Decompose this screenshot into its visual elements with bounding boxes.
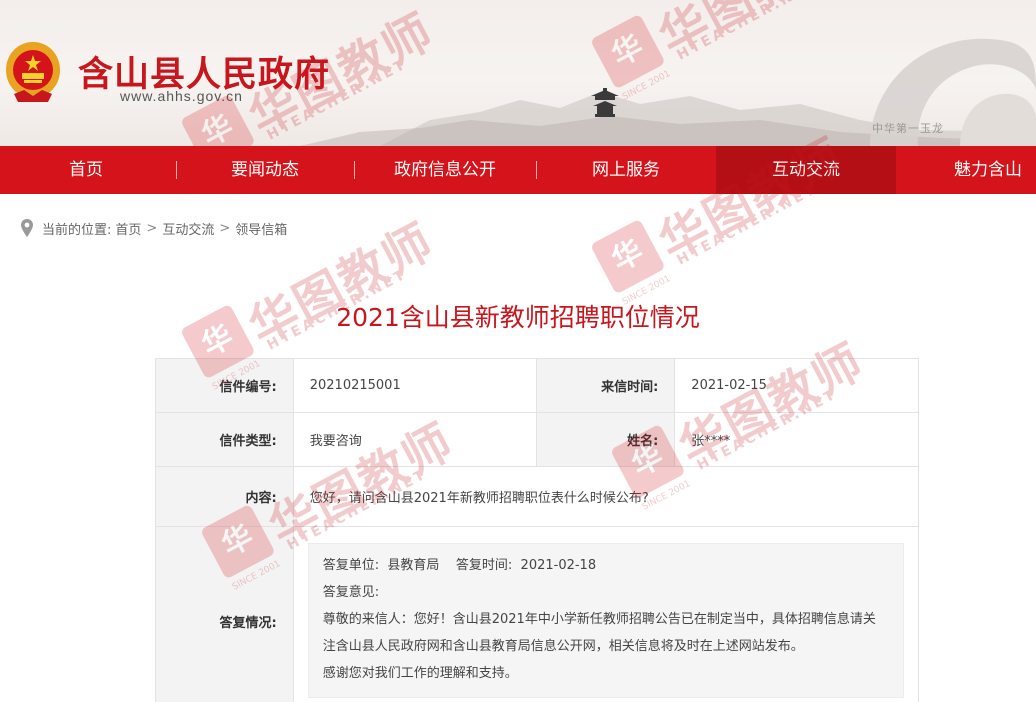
letter-type-value: 我要咨询 <box>292 412 538 467</box>
breadcrumb-separator: > <box>219 220 231 236</box>
letter-time-label: 来信时间: <box>536 358 676 413</box>
letter-number-label: 信件编号: <box>155 358 294 413</box>
reply-unit-line: 答复单位: 县教育局 答复时间: 2021-02-18 <box>322 558 597 573</box>
watermark-sub: HTEACHER.NET <box>674 181 820 269</box>
breadcrumb: 当前的位置: 首页 > 互动交流 > 领导信箱 <box>20 218 287 238</box>
location-pin-icon <box>21 219 33 237</box>
letter-content-label: 内容: <box>155 466 294 527</box>
reply-body-line: 尊敬的来信人：您好！含山县2021年中小学新任教师招聘公告已在制定当中，具体招聘… <box>322 612 876 627</box>
nav-item-news[interactable]: 要闻动态 <box>177 146 353 194</box>
nav-item-gov-info[interactable]: 政府信息公开 <box>355 146 535 194</box>
letter-number-value: 20210215001 <box>292 358 538 413</box>
breadcrumb-link-interaction[interactable]: 互动交流 <box>162 219 214 238</box>
nav-item-home[interactable]: 首页 <box>0 146 172 194</box>
letter-reply-label: 答复情况: <box>155 526 294 702</box>
banner-caption: 中华第一玉龙 <box>872 122 944 135</box>
breadcrumb-prefix: 当前的位置: <box>42 222 112 238</box>
reply-box: 答复单位: 县教育局 答复时间: 2021-02-18 答复意见: 尊敬的来信人… <box>307 543 904 698</box>
reply-closing: 感谢您对我们工作的理解和支持。 <box>322 666 518 681</box>
letter-reply-cell: 答复单位: 县教育局 答复时间: 2021-02-18 答复意见: 尊敬的来信人… <box>292 526 920 702</box>
table-row: 信件编号: 20210215001 来信时间: 2021-02-15 <box>155 358 919 413</box>
reply-opinion-label: 答复意见: <box>322 585 380 600</box>
letter-type-label: 信件类型: <box>155 412 294 467</box>
breadcrumb-link-mailbox[interactable]: 领导信箱 <box>235 219 287 238</box>
site-url: www.ahhs.gov.cn <box>120 88 243 104</box>
letter-time-value: 2021-02-15 <box>674 358 919 413</box>
watermark-badge: 华 <box>590 218 666 295</box>
table-row: 答复情况: 答复单位: 县教育局 答复时间: 2021-02-18 答复意见: … <box>155 526 920 702</box>
reply-body-line: 注含山县人民政府网和含山县教育局信息公开网，相关信息将及时在上述网站发布。 <box>322 639 804 654</box>
breadcrumb-link-home[interactable]: 首页 <box>115 219 141 238</box>
header-banner: 含山县人民政府 www.ahhs.gov.cn 中华第一玉龙 <box>0 0 1036 146</box>
nav-item-online-service[interactable]: 网上服务 <box>537 146 715 194</box>
table-row: 内容: 您好，请问含山县2021年新教师招聘职位表什么时候公布? <box>155 466 920 527</box>
nav-item-interaction[interactable]: 互动交流 <box>716 146 896 194</box>
breadcrumb-separator: > <box>146 220 158 236</box>
letter-name-label: 姓名: <box>536 412 676 467</box>
nav-item-charm-hanshan[interactable]: 魅力含山 <box>897 146 1036 194</box>
letter-name-value: 张**** <box>674 412 919 467</box>
national-emblem-icon <box>6 42 60 102</box>
table-row: 信件类型: 我要咨询 姓名: 张**** <box>155 412 919 467</box>
letter-content-value: 您好，请问含山县2021年新教师招聘职位表什么时候公布? <box>292 466 920 527</box>
main-nav: 首页 要闻动态 政府信息公开 网上服务 互动交流 魅力含山 <box>0 146 1036 194</box>
letter-detail-table: 信件编号: 20210215001 来信时间: 2021-02-15 信件类型:… <box>155 358 920 702</box>
page-title: 2021含山县新教师招聘职位情况 <box>336 303 700 332</box>
